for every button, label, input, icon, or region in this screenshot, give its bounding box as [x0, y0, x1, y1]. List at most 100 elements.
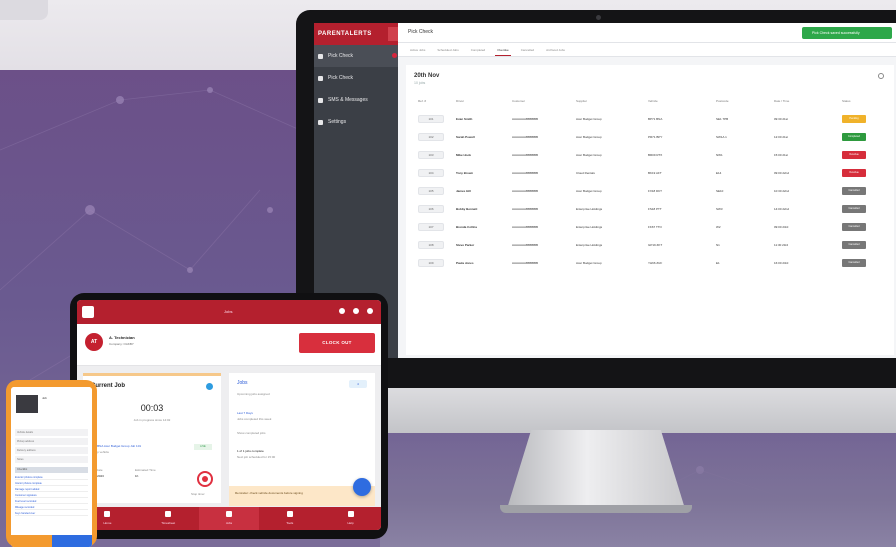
checklist-item[interactable]: Damage report added	[15, 487, 88, 492]
column-header[interactable]: Ref. #	[410, 99, 456, 107]
ref-chip[interactable]: 109	[418, 259, 444, 267]
checklist-item[interactable]: Exterior photos complete	[15, 475, 88, 480]
user-panel: AT A. Technician Company: OAKBY CLOCK OU…	[77, 324, 381, 366]
user-icon[interactable]	[367, 308, 373, 314]
column-header[interactable]: Driver	[456, 99, 512, 107]
ref-chip[interactable]: 101	[418, 115, 444, 123]
table-row[interactable]: 108 Steve Parker AAAAAAABBBBBB Enterprise H…	[410, 237, 894, 253]
reminder-text: Reminder: check vehicle documents before…	[235, 491, 303, 495]
ref-chip[interactable]: 105	[418, 187, 444, 195]
checklist-item[interactable]: Customer signature	[15, 493, 88, 498]
column-header[interactable]: Postcode	[716, 99, 774, 107]
nav-help[interactable]: Help	[320, 507, 381, 530]
column-header[interactable]: Customer	[512, 99, 576, 107]
ref-chip[interactable]: 103	[418, 151, 444, 159]
datetime-cell: 09:00 22nd	[774, 171, 790, 175]
driver-cell: Evan Smith	[456, 117, 473, 121]
postcode-cell: E14	[716, 171, 722, 175]
status-badge: LIVE	[194, 444, 212, 450]
tab-active-jobs[interactable]: Active Jobs	[408, 47, 427, 56]
jobs-card: 20th Nov 10 jobs Ref. # Driver Customer …	[406, 65, 894, 355]
status-badge: Overdue	[842, 169, 866, 177]
table-row[interactable]: 102 Sarah Powell AAAAAAABBBBBB Acer Budget …	[410, 129, 894, 145]
ref-cell: 108	[410, 241, 456, 249]
driver-cell: Sarah Powell	[456, 135, 475, 139]
status-cell: Cancelled	[842, 223, 894, 231]
ref-chip[interactable]: 107	[418, 223, 444, 231]
phone-row[interactable]: Delivery address	[15, 447, 88, 454]
tab-archived[interactable]: Archived Jobs	[544, 47, 567, 56]
ref-chip[interactable]: 104	[418, 169, 444, 177]
stop-timer-button[interactable]	[197, 471, 213, 487]
supplier-cell: Acer Budget Group	[576, 117, 602, 121]
phone-bottom-bar	[11, 535, 92, 547]
supplier-cell: Acer Budget Group	[576, 153, 602, 157]
search-icon[interactable]	[878, 73, 884, 79]
tab-cancelled[interactable]: Cancelled	[519, 47, 536, 56]
checklist-item[interactable]: Mileage recorded	[15, 505, 88, 510]
checklist-item[interactable]: Interior photos complete	[15, 481, 88, 486]
phone-row[interactable]: Vehicle details	[15, 429, 88, 436]
last-7-days-link[interactable]: Last 7 Days	[237, 411, 253, 415]
camera-icon	[596, 15, 601, 20]
desktop-main: Pick Check Pick Check saved successfully…	[398, 23, 896, 358]
table-row[interactable]: 106 Bobby Bennett AAAAAAABBBBBB Enterprise …	[410, 201, 894, 217]
tab-scheduled[interactable]: Scheduled Jobs	[435, 47, 460, 56]
phone-tab-blue[interactable]	[51, 535, 92, 547]
tab-completed[interactable]: Completed	[469, 47, 488, 56]
customer-cell: AAAAAAABBBBBB	[512, 171, 539, 175]
table-row[interactable]: 103 Mike Hook AAAAAAABBBBBB Acer Budget Gro…	[410, 147, 894, 163]
tab-overdue[interactable]: Overdue	[495, 47, 511, 56]
table-row[interactable]: 104 Tony Brown AAAAAAABBBBBB Cloud Rentals B…	[410, 165, 894, 181]
driver-cell: Bobby Bennett	[456, 207, 478, 211]
phone-row[interactable]: Pickup address	[15, 438, 88, 445]
status-badge: Overdue	[842, 151, 866, 159]
sidebar-item-messages[interactable]: SMS & Messages	[314, 89, 398, 111]
status-badge: Cancelled	[842, 205, 866, 213]
phone-tab-orange[interactable]	[11, 535, 52, 547]
clock-out-button[interactable]: CLOCK OUT	[299, 333, 375, 353]
ref-chip[interactable]: 108	[418, 241, 444, 249]
brand-logo[interactable]: PARENTALERTS	[314, 23, 398, 45]
collapse-menu-icon[interactable]	[388, 27, 398, 41]
checklist-item[interactable]: Keys handed over	[15, 511, 88, 516]
sidebar-item-pick-check-2[interactable]: Pick Check	[314, 67, 398, 89]
postcode-cell: N1	[716, 243, 720, 247]
info-icon[interactable]	[206, 383, 213, 390]
nav-jobs[interactable]: Jobs	[198, 507, 260, 530]
datetime-cell: 12:00 21st	[774, 135, 789, 139]
phone-header: Job	[11, 387, 92, 427]
sidebar-item-pick-check[interactable]: Pick Check	[314, 45, 398, 67]
supplier-cell: Enterprise Holdings	[576, 243, 603, 247]
column-header[interactable]: Vehicle	[648, 99, 716, 107]
nav-timesheet[interactable]: Timesheet	[138, 507, 199, 530]
customer-cell: AAAAAAABBBBBB	[512, 117, 539, 121]
ref-chip[interactable]: 106	[418, 205, 444, 213]
completed-jobs-link[interactable]: Show completed jobs	[237, 431, 266, 435]
supplier-cell: Acer Budget Group	[576, 135, 602, 139]
menu-icon[interactable]	[82, 306, 94, 318]
checklist-item[interactable]: Fuel level recorded	[15, 499, 88, 504]
bell-icon[interactable]	[339, 308, 345, 314]
column-header[interactable]: Supplier	[576, 99, 648, 107]
ref-cell: 106	[410, 205, 456, 213]
phone-section-header: Checklist	[15, 467, 88, 473]
info-icon[interactable]	[353, 308, 359, 314]
nav-tools[interactable]: Tools	[259, 507, 320, 530]
phone-row[interactable]: Notes	[15, 456, 88, 463]
sidebar-item-settings[interactable]: Settings	[314, 111, 398, 133]
status-badge: Cancelled	[842, 259, 866, 267]
vehicle-cell: PR71 BPY	[648, 135, 663, 139]
page-header: Pick Check Pick Check saved successfully	[398, 23, 896, 43]
column-header[interactable]: Status	[842, 99, 894, 107]
search-icon	[318, 75, 323, 81]
ref-chip[interactable]: 102	[418, 133, 444, 141]
table-row[interactable]: 105 James Hill AAAAAAABBBBBB Acer Budget Gr…	[410, 183, 894, 199]
table-row[interactable]: 107 Brenda Collins AAAAAAABBBBBB Enterprise…	[410, 219, 894, 235]
success-toast[interactable]: Pick Check saved successfully	[802, 27, 892, 39]
column-header[interactable]: Date / Time	[774, 99, 842, 107]
table-row[interactable]: 109 Paula Jones AAAAAAABBBBBB Acer Budget G…	[410, 255, 894, 271]
add-job-button[interactable]	[353, 478, 371, 496]
table-row[interactable]: 101 Evan Smith AAAAAAABBBBBB Acer Budget Gr…	[410, 111, 894, 127]
datetime-cell: 14:00 22nd	[774, 207, 790, 211]
